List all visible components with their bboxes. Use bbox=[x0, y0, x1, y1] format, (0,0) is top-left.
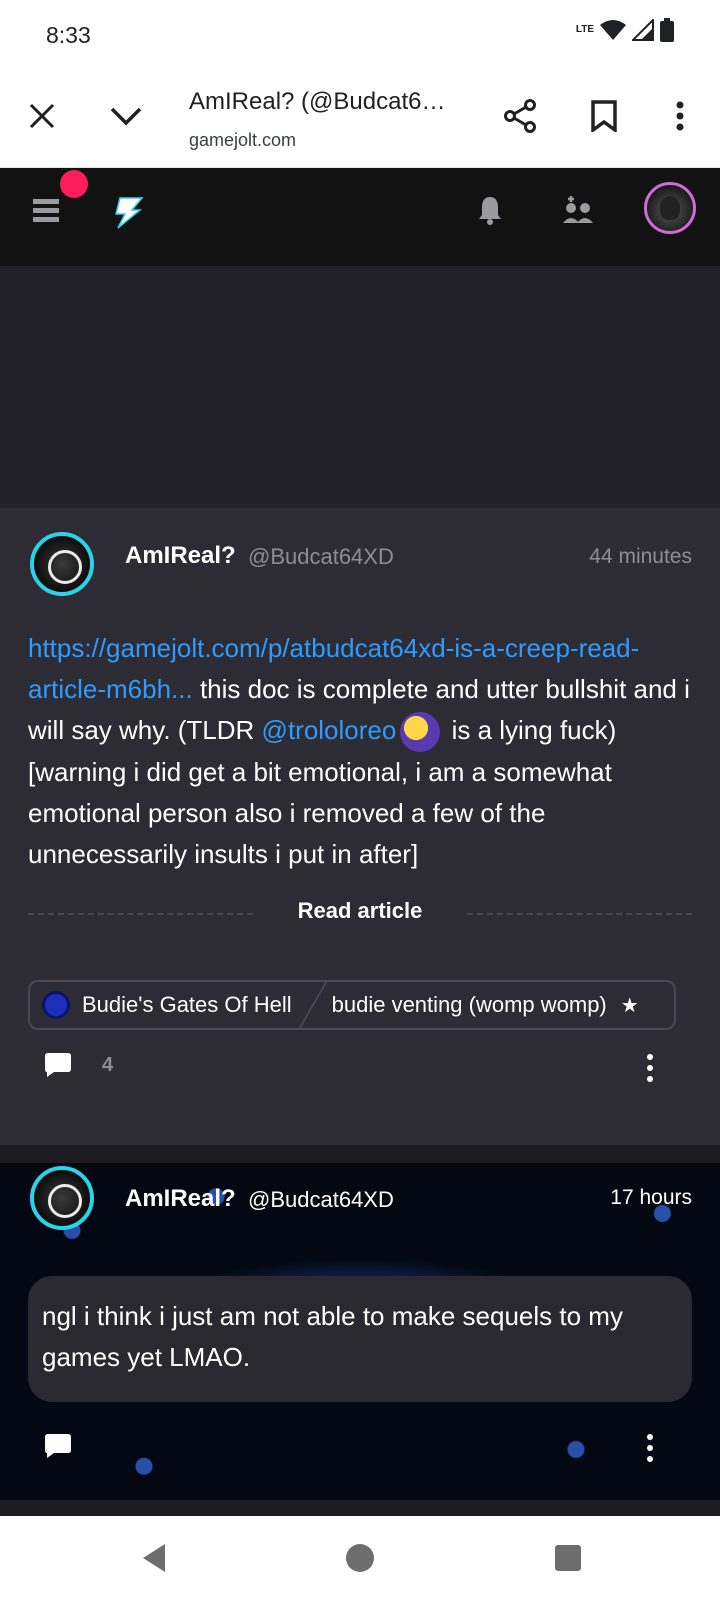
notifications-button[interactable] bbox=[470, 190, 510, 230]
home-button[interactable] bbox=[338, 1536, 382, 1580]
volte-icon: LTE bbox=[575, 24, 594, 35]
system-nav-bar bbox=[0, 1516, 720, 1600]
comments-button[interactable] bbox=[44, 1433, 72, 1459]
more-dot bbox=[647, 1054, 653, 1060]
tab-title: AmIReal? (@Budcat6… bbox=[189, 88, 446, 115]
back-triangle-icon bbox=[143, 1544, 165, 1572]
post-body: ngl i think i just am not able to make s… bbox=[28, 1276, 692, 1402]
notification-dot bbox=[60, 170, 88, 198]
status-bar: 8:33 LTE bbox=[0, 0, 720, 66]
community-chip[interactable]: Budie's Gates Of Hell budie venting (wom… bbox=[28, 980, 676, 1030]
author-handle[interactable]: @Budcat64XD bbox=[248, 544, 394, 570]
more-vertical-icon bbox=[676, 101, 684, 131]
more-dot bbox=[647, 1434, 653, 1440]
post-more-button[interactable] bbox=[640, 1428, 660, 1468]
chevron-down-icon bbox=[110, 107, 142, 126]
status-time: 8:33 bbox=[46, 22, 91, 48]
battery-icon bbox=[660, 18, 674, 42]
post-body: https://gamejolt.com/p/atbudcat64xd-is-a… bbox=[28, 628, 692, 875]
comment-count: 4 bbox=[102, 1053, 114, 1076]
author-name[interactable]: AmIReal? bbox=[125, 1185, 236, 1213]
gamejolt-logo-icon bbox=[115, 197, 144, 229]
read-article-divider: Read article bbox=[28, 898, 692, 928]
home-circle-icon bbox=[346, 1544, 374, 1572]
close-icon bbox=[29, 103, 55, 129]
comment-icon bbox=[45, 1053, 71, 1077]
status-icons: LTE bbox=[576, 18, 674, 42]
community-link[interactable]: Budie's Gates Of Hell bbox=[30, 982, 312, 1028]
bookmark-icon bbox=[591, 100, 617, 132]
close-button[interactable] bbox=[18, 92, 66, 140]
recents-square-icon bbox=[555, 1545, 581, 1571]
post-time[interactable]: 17 hours bbox=[610, 1186, 692, 1210]
community-icon bbox=[42, 991, 70, 1019]
wifi-icon bbox=[600, 20, 626, 40]
more-dot bbox=[647, 1456, 653, 1462]
community-name: Budie's Gates Of Hell bbox=[82, 992, 292, 1017]
menu-button[interactable] bbox=[26, 190, 66, 230]
comments-button[interactable]: 4 bbox=[44, 1052, 113, 1078]
hamburger-icon bbox=[33, 199, 59, 222]
post-more-button[interactable] bbox=[640, 1048, 660, 1088]
user-avatar-button[interactable] bbox=[644, 182, 696, 234]
author-avatar[interactable] bbox=[30, 532, 94, 596]
author-handle[interactable]: @Budcat64XD bbox=[248, 1187, 394, 1213]
profile-banner bbox=[0, 266, 720, 508]
author-name[interactable]: AmIReal? bbox=[125, 542, 236, 570]
avatar bbox=[660, 196, 680, 220]
share-icon bbox=[504, 99, 536, 133]
friend-requests-button[interactable] bbox=[558, 190, 598, 230]
gamejolt-logo-button[interactable] bbox=[106, 190, 150, 234]
mention-avatar bbox=[400, 712, 441, 753]
comment-icon bbox=[45, 1434, 71, 1458]
user-mention[interactable]: @trololoreo bbox=[262, 715, 397, 745]
signal-icon bbox=[632, 19, 654, 41]
share-button[interactable] bbox=[496, 92, 544, 140]
page-bottom-edge bbox=[0, 1500, 720, 1516]
back-button[interactable] bbox=[132, 1536, 176, 1580]
more-dot bbox=[647, 1076, 653, 1082]
divider-line-right bbox=[467, 913, 692, 915]
post-card: AmIReal? @Budcat64XD 44 minutes https://… bbox=[0, 508, 720, 1145]
more-dot bbox=[647, 1445, 653, 1451]
author-avatar[interactable] bbox=[30, 1166, 94, 1230]
page-url: gamejolt.com bbox=[189, 130, 297, 150]
bell-icon bbox=[479, 197, 501, 225]
channel-name: budie venting (womp womp) bbox=[331, 992, 607, 1017]
add-friends-icon bbox=[563, 196, 593, 223]
post-separator bbox=[0, 1145, 720, 1163]
star-icon: ★ bbox=[620, 994, 639, 1017]
channel-link[interactable]: budie venting (womp womp) ★ bbox=[314, 992, 639, 1018]
minimize-button[interactable] bbox=[102, 92, 150, 140]
more-options-button[interactable] bbox=[656, 92, 704, 140]
post-time[interactable]: 44 minutes bbox=[589, 545, 692, 569]
bookmark-button[interactable] bbox=[580, 92, 628, 140]
more-dot bbox=[647, 1065, 653, 1071]
browser-toolbar: AmIReal? (@Budcat6… gamejolt.com bbox=[0, 66, 720, 168]
read-article-button[interactable]: Read article bbox=[28, 898, 692, 924]
site-header bbox=[0, 168, 720, 266]
post-card: AmIReal? @Budcat64XD 17 hours ngl i thin… bbox=[0, 1163, 720, 1500]
recents-button[interactable] bbox=[546, 1536, 590, 1580]
